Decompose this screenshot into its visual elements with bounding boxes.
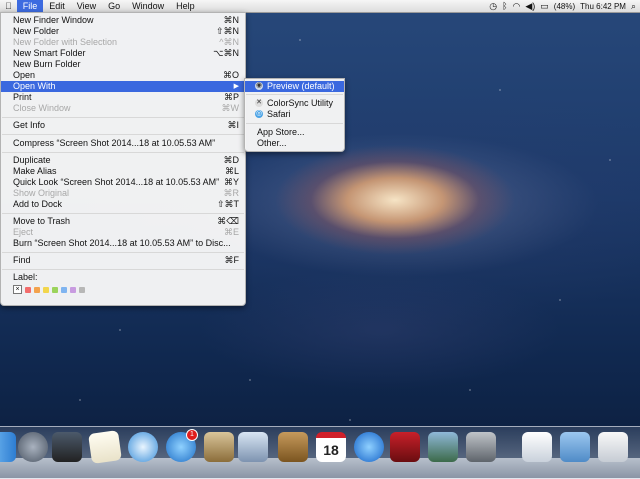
- menu-item-duplicate[interactable]: Duplicate ⌘D: [1, 155, 245, 166]
- menu-item-add-to-dock[interactable]: Add to Dock ⇧⌘T: [1, 199, 245, 210]
- apple-menu-icon[interactable]: : [0, 0, 17, 12]
- menu-edit[interactable]: Edit: [43, 0, 71, 12]
- menu-item-compress[interactable]: Compress “Screen Shot 2014...18 at 10.05…: [1, 138, 245, 149]
- menu-help[interactable]: Help: [170, 0, 201, 12]
- menu-separator: [2, 213, 244, 214]
- dock-itunes-icon[interactable]: [354, 432, 384, 462]
- open-with-submenu: ◉ Preview (default) ✕ ColorSync Utility …: [244, 78, 345, 152]
- bluetooth-icon[interactable]: ᛒ: [502, 1, 507, 11]
- menu-separator: [2, 134, 244, 135]
- menu-item-new-burn-folder[interactable]: New Burn Folder: [1, 59, 245, 70]
- menu-window[interactable]: Window: [126, 0, 170, 12]
- dock-preview-icon[interactable]: [238, 432, 268, 462]
- submenu-item-app-store[interactable]: App Store...: [245, 127, 344, 138]
- menu-item-print[interactable]: Print ⌘P: [1, 92, 245, 103]
- volume-icon[interactable]: ◀): [525, 1, 535, 12]
- submenu-item-other[interactable]: Other...: [245, 138, 344, 149]
- menu-item-burn[interactable]: Burn “Screen Shot 2014...18 at 10.05.53 …: [1, 238, 245, 249]
- dock-textedit-icon[interactable]: [88, 430, 122, 464]
- label-color-orange[interactable]: [34, 286, 40, 293]
- menu-view[interactable]: View: [71, 0, 102, 12]
- app-store-badge: 1: [186, 429, 198, 441]
- dock-finder-icon[interactable]: [0, 432, 16, 462]
- submenu-item-safari[interactable]: ◎ Safari: [245, 109, 344, 120]
- dock-photo-booth-icon[interactable]: [390, 432, 420, 462]
- dock-iphoto-icon[interactable]: [428, 432, 458, 462]
- menu-item-find[interactable]: Find ⌘F: [1, 255, 245, 266]
- colorsync-icon: ✕: [255, 99, 263, 107]
- battery-percent: (48%): [553, 1, 576, 11]
- wifi-icon[interactable]: ◠: [513, 1, 521, 12]
- submenu-item-colorsync[interactable]: ✕ ColorSync Utility: [245, 98, 344, 109]
- menu-item-new-folder-with-selection: New Folder with Selection ^⌘N: [13, 37, 239, 47]
- submenu-item-preview[interactable]: ◉ Preview (default): [245, 81, 344, 92]
- dock-mail-icon[interactable]: [204, 432, 234, 462]
- battery-icon[interactable]: ▭: [540, 1, 549, 12]
- menu-item-new-finder-window[interactable]: New Finder Window ⌘N: [1, 15, 245, 26]
- label-color-blue[interactable]: [61, 286, 67, 293]
- label-color-gray[interactable]: [79, 286, 85, 293]
- menu-item-get-info[interactable]: Get Info ⌘I: [1, 120, 245, 131]
- label-none-icon[interactable]: ×: [13, 285, 22, 294]
- safari-icon: ◎: [255, 110, 263, 118]
- dock-document-icon[interactable]: [522, 432, 552, 462]
- label-heading: Label:: [13, 272, 38, 282]
- menu-separator: [2, 269, 244, 270]
- dock-safari-icon[interactable]: [128, 432, 158, 462]
- preview-icon: ◉: [255, 82, 263, 90]
- dock-folder-icon[interactable]: [560, 432, 590, 462]
- label-color-picker: ×: [13, 285, 85, 294]
- menu-item-open[interactable]: Open ⌘O: [1, 70, 245, 81]
- clock[interactable]: Thu 6:42 PM: [580, 2, 626, 11]
- menu-separator: [2, 117, 244, 118]
- label-color-yellow[interactable]: [43, 286, 49, 293]
- menu-go[interactable]: Go: [102, 0, 126, 12]
- menu-item-new-folder[interactable]: New Folder ⇧⌘N: [1, 26, 245, 37]
- spotlight-icon[interactable]: ⌕: [631, 1, 636, 12]
- menu-separator: [246, 123, 343, 124]
- menu-item-open-with[interactable]: Open With ▶: [1, 81, 245, 92]
- menu-separator: [2, 152, 244, 153]
- status-area: ◷ ᛒ ◠ ◀) ▭ (48%) Thu 6:42 PM ⌕: [489, 0, 636, 12]
- label-color-purple[interactable]: [70, 286, 76, 293]
- dock-safari-doc-icon[interactable]: [598, 432, 628, 462]
- time-machine-icon[interactable]: ◷: [489, 1, 497, 12]
- menu-item-show-original: Show Original ⌘R: [13, 188, 239, 198]
- dock-app-store-icon[interactable]: 1: [166, 429, 198, 462]
- menu-item-make-alias[interactable]: Make Alias ⌘L: [1, 166, 245, 177]
- file-menu: New Finder Window ⌘N New Folder ⇧⌘N New Fo…: [0, 12, 246, 306]
- dock-launchpad-icon[interactable]: [18, 432, 48, 462]
- menu-separator: [2, 252, 244, 253]
- menu-item-close-window: Close Window ⌘W: [13, 103, 239, 113]
- menu-file[interactable]: File: [16, 0, 44, 12]
- label-color-red[interactable]: [25, 286, 31, 293]
- menu-item-new-smart-folder[interactable]: New Smart Folder ⌥⌘N: [1, 48, 245, 59]
- menu-separator: [246, 94, 343, 95]
- dock-address-book-icon[interactable]: [278, 432, 308, 462]
- dock-system-preferences-icon[interactable]: [466, 432, 496, 462]
- menu-item-move-to-trash[interactable]: Move to Trash ⌘⌫: [1, 216, 245, 227]
- menu-item-eject: Eject ⌘E: [13, 227, 239, 237]
- submenu-arrow-icon: ▶: [233, 83, 239, 90]
- dock-ical-icon[interactable]: 18: [316, 432, 346, 462]
- label-color-green[interactable]: [52, 286, 58, 293]
- menu-item-quick-look[interactable]: Quick Look “Screen Shot 2014...18 at 10.…: [1, 177, 245, 188]
- dock-mission-control-icon[interactable]: [52, 432, 82, 462]
